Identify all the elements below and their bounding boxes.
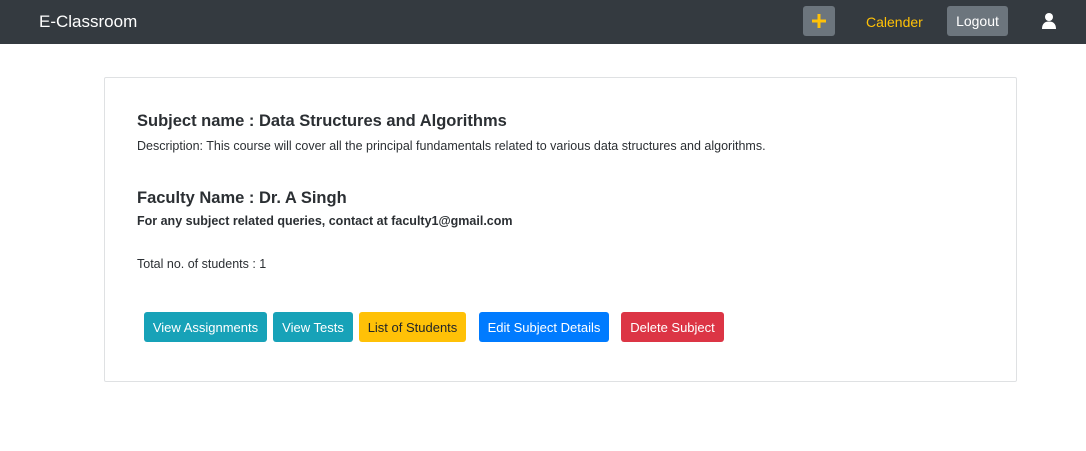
delete-subject-button[interactable]: Delete Subject (621, 312, 724, 342)
faculty-name: Faculty Name : Dr. A Singh (137, 189, 347, 207)
brand-logo[interactable]: E-Classroom (39, 11, 137, 33)
subject-name: Subject name : Data Structures and Algor… (137, 112, 507, 130)
view-assignments-button[interactable]: View Assignments (144, 312, 267, 342)
add-button[interactable] (803, 6, 835, 36)
plus-icon (812, 14, 826, 28)
calendar-link[interactable]: Calender (866, 13, 923, 31)
subject-description: Description: This course will cover all … (137, 139, 766, 153)
faculty-contact: For any subject related queries, contact… (137, 214, 513, 228)
list-of-students-button[interactable]: List of Students (359, 312, 466, 342)
logout-button[interactable]: Logout (947, 6, 1008, 36)
user-icon[interactable] (1041, 12, 1057, 30)
view-tests-button[interactable]: View Tests (273, 312, 353, 342)
top-navbar: E-Classroom Calender Logout (0, 0, 1086, 44)
students-count: Total no. of students : 1 (137, 257, 267, 271)
edit-subject-button[interactable]: Edit Subject Details (479, 312, 609, 342)
